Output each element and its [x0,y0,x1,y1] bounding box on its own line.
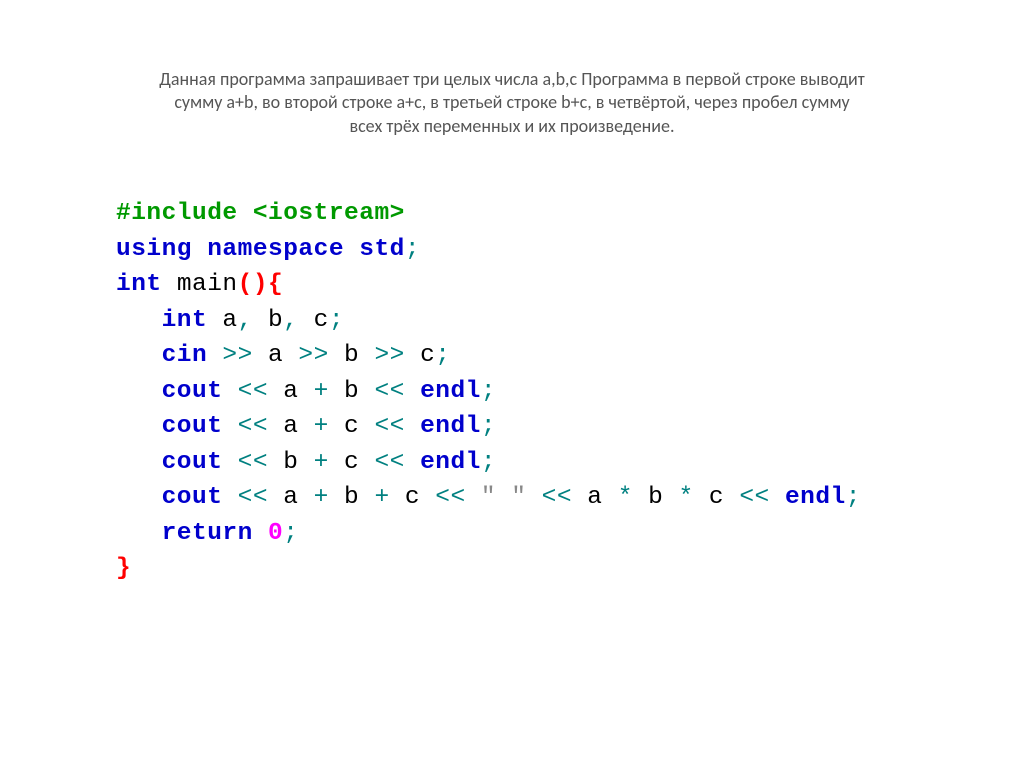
op-extract: >> [283,342,344,369]
op-mul: * [603,484,649,511]
semi: ; [405,236,420,263]
op-insert: << [359,449,420,476]
op-plus: + [298,378,344,405]
id-c: c [405,484,420,511]
op-insert: << [359,378,420,405]
id-a: a [222,307,237,334]
string-lit: " " [481,484,527,511]
id-cin: cin [162,342,208,369]
id-b: b [344,342,359,369]
id-cout: cout [162,449,223,476]
op-plus: + [298,413,344,440]
id-cout: cout [162,378,223,405]
code-block: #include <iostream> using namespace std;… [0,138,1024,587]
id-c: c [709,484,724,511]
title-line-3: всех трёх переменных и их произведение. [349,115,674,137]
id-c: c [420,342,435,369]
semi: ; [329,307,344,334]
kw-int: int [116,271,162,298]
semi: ; [481,378,496,405]
comma: , [238,307,253,334]
iostream-header: <iostream> [238,200,405,227]
id-b: b [283,449,298,476]
semi: ; [846,484,861,511]
id-cout: cout [162,484,223,511]
kw-namespace: namespace [207,236,344,263]
id-endl: endl [420,449,481,476]
id-b: b [344,484,359,511]
id-c: c [298,307,328,334]
id-c: c [344,449,359,476]
op-insert: << [526,484,587,511]
id-std: std [359,236,405,263]
space [253,520,268,547]
id-a: a [268,342,283,369]
op-insert: << [222,378,283,405]
semi: ; [481,413,496,440]
id-endl: endl [785,484,846,511]
op-insert: << [420,484,481,511]
id-endl: endl [420,413,481,440]
id-b: b [344,378,359,405]
semi: ; [435,342,450,369]
kw-int: int [162,307,208,334]
comma: , [283,307,298,334]
title-line-1: Данная программа запрашивает три целых ч… [159,68,864,90]
op-plus: + [298,484,344,511]
id-a: a [283,484,298,511]
op-extract: >> [359,342,420,369]
id-endl: endl [420,378,481,405]
parens: () [238,271,268,298]
op-plus: + [359,484,405,511]
semi: ; [481,449,496,476]
num-zero: 0 [268,520,283,547]
preproc: #include [116,200,238,227]
close-brace: } [116,555,131,582]
id-a: a [283,378,298,405]
id-a: a [587,484,602,511]
op-insert: << [724,484,785,511]
id-a: a [283,413,298,440]
op-insert: << [222,413,283,440]
id-c: c [344,413,359,440]
semi: ; [283,520,298,547]
id-cout: cout [162,413,223,440]
title-line-2: сумму a+b, во второй строке a+c, в треть… [174,91,849,113]
open-brace: { [268,271,283,298]
op-insert: << [222,484,283,511]
op-plus: + [298,449,344,476]
op-extract: >> [207,342,268,369]
slide-title: Данная программа запрашивает три целых ч… [0,0,1024,138]
fn-main: main [177,271,238,298]
id-b: b [648,484,663,511]
op-insert: << [222,449,283,476]
op-insert: << [359,413,420,440]
kw-return: return [162,520,253,547]
kw-using: using [116,236,192,263]
op-mul: * [663,484,709,511]
id-b: b [253,307,283,334]
